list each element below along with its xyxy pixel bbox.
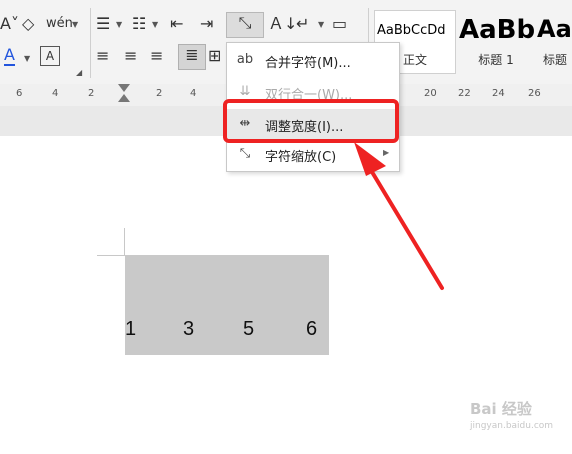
watermark-logo: Bai 经验 bbox=[470, 400, 532, 418]
watermark-url: jingyan.baidu.com bbox=[470, 421, 554, 431]
annotation-arrow bbox=[354, 142, 444, 290]
arrow-shaft bbox=[364, 160, 444, 290]
arrow-head bbox=[354, 142, 386, 176]
watermark: Bai 经验 jingyan.baidu.com bbox=[470, 398, 566, 442]
